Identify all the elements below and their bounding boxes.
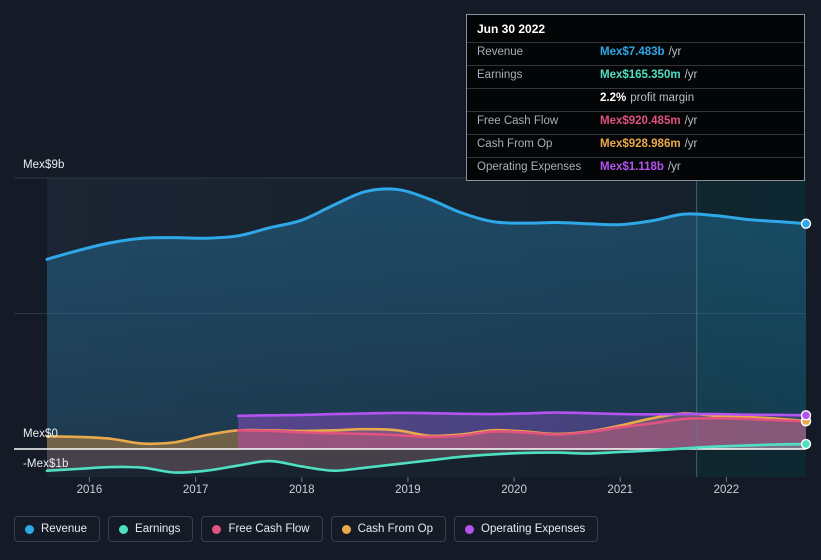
x-axis-label-2019: 2019 xyxy=(395,484,421,496)
tooltip-row-unit: /yr xyxy=(684,138,698,150)
y-axis-label-top: Mex$9b xyxy=(23,159,65,171)
x-axis-label-2020: 2020 xyxy=(501,484,527,496)
tooltip-row-unit: /yr xyxy=(684,69,698,81)
y-axis-label-zero: Mex$0 xyxy=(23,428,59,440)
x-axis-label-2021: 2021 xyxy=(607,484,634,496)
tooltip-row-value: Mex$7.483b xyxy=(600,46,665,58)
x-axis-label-2017: 2017 xyxy=(182,484,209,496)
tooltip-row-earnings: Earnings Mex$165.350m/yr xyxy=(467,65,804,88)
tooltip-row-unit: /yr xyxy=(667,161,681,173)
tooltip-row-unit: /yr xyxy=(668,46,682,58)
tooltip-row-operating-expenses: Operating Expenses Mex$1.118b/yr xyxy=(467,157,804,180)
x-axis-label-2018: 2018 xyxy=(288,484,315,496)
tooltip-row-label: Free Cash Flow xyxy=(477,115,559,127)
legend-item-label: Earnings xyxy=(135,523,181,535)
tooltip-row-unit: /yr xyxy=(684,115,698,127)
legend-item-earnings[interactable]: Earnings xyxy=(108,516,194,542)
legend-color-dot-icon xyxy=(119,524,129,534)
legend-item-free-cash-flow[interactable]: Free Cash Flow xyxy=(201,516,323,542)
endpoint-marker-operating-expenses xyxy=(800,410,812,421)
tooltip-row-value: Mex$1.118b xyxy=(600,161,664,173)
legend-color-dot-icon xyxy=(212,524,222,534)
legend-item-label: Cash From Op xyxy=(357,523,434,535)
legend-item-label: Free Cash Flow xyxy=(228,523,310,535)
tooltip-row-value: Mex$920.485m xyxy=(600,115,681,127)
legend-item-revenue[interactable]: Revenue xyxy=(14,516,101,542)
endpoint-marker-revenue xyxy=(800,218,812,229)
tooltip-row-label: Earnings xyxy=(477,69,523,81)
x-axis-label-2016: 2016 xyxy=(76,484,103,496)
legend-item-cash-from-op[interactable]: Cash From Op xyxy=(330,516,447,542)
tooltip-row-value: Mex$928.986m xyxy=(600,138,681,150)
legend-color-dot-icon xyxy=(465,524,475,534)
tooltip-row-free-cash-flow: Free Cash Flow Mex$920.485m/yr xyxy=(467,111,804,134)
tooltip-profit-margin-value: 2.2% xyxy=(600,92,627,104)
legend-color-dot-icon xyxy=(341,524,351,534)
endpoint-marker-earnings xyxy=(800,438,812,450)
legend-item-label: Operating Expenses xyxy=(481,523,586,535)
chart-legend: Revenue Earnings Free Cash Flow Cash From O… xyxy=(14,516,599,542)
legend-item-label: Revenue xyxy=(41,523,88,535)
tooltip-rows: Revenue Mex$7.483b/yr Earnings Mex$165.350m… xyxy=(467,42,804,180)
tooltip-row-label: Revenue xyxy=(477,46,524,58)
tooltip-row-label: Cash From Op xyxy=(477,138,553,150)
tooltip-row-cash-from-op: Cash From Op Mex$928.986m/yr xyxy=(467,134,804,157)
tooltip-row-label: Operating Expenses xyxy=(477,161,582,173)
y-axis-label-negative: -Mex$1b xyxy=(23,458,69,470)
legend-color-dot-icon xyxy=(25,524,34,534)
tooltip-row-revenue: Revenue Mex$7.483b/yr xyxy=(467,42,804,65)
tooltip-profit-margin-text: profit margin xyxy=(630,92,695,104)
chart-tooltip: Jun 30 2022 Revenue Mex$7.483b/yr Earnings… xyxy=(466,14,805,181)
x-axis-label-2022: 2022 xyxy=(713,484,740,496)
tooltip-row-value: Mex$165.350m xyxy=(600,69,681,81)
tooltip-row-profit-margin: 2.2% profit margin xyxy=(467,88,804,111)
tooltip-date: Jun 30 2022 xyxy=(477,22,546,36)
legend-item-operating-expenses[interactable]: Operating Expenses xyxy=(454,516,599,542)
